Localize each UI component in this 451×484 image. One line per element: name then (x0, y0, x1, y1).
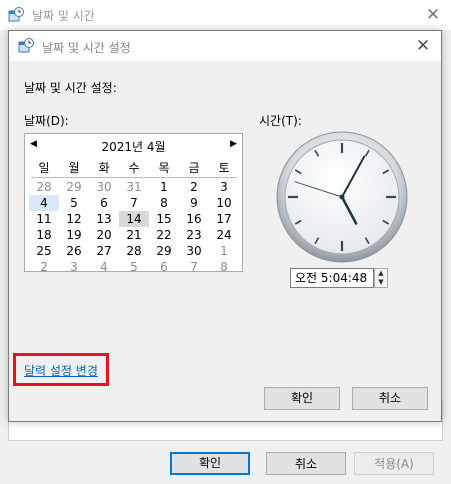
calendar-day[interactable]: 31 (119, 179, 149, 195)
calendar-day[interactable]: 26 (59, 243, 89, 259)
calendar-day[interactable]: 1 (209, 243, 239, 259)
analog-clock (276, 131, 408, 263)
time-label: 시간(T): (259, 114, 302, 128)
calendar-day[interactable]: 17 (209, 211, 239, 227)
calendar-day[interactable]: 18 (29, 227, 59, 243)
calendar-day[interactable]: 3 (59, 259, 89, 275)
outer-cancel-button[interactable]: 취소 (266, 452, 346, 475)
calendar-day[interactable]: 23 (179, 227, 209, 243)
time-up-button[interactable]: ▲ (375, 269, 387, 278)
calendar-day[interactable]: 13 (89, 211, 119, 227)
calendar-day[interactable]: 28 (119, 243, 149, 259)
calendar-day[interactable]: 5 (119, 259, 149, 275)
time-down-button[interactable]: ▼ (375, 278, 387, 287)
next-month-button[interactable]: ▶ (230, 139, 237, 149)
calendar-day[interactable]: 25 (29, 243, 59, 259)
settings-heading: 날짜 및 시간 설정: (24, 81, 117, 95)
calendar-day[interactable]: 4 (29, 195, 59, 211)
time-input[interactable]: 오전 5:04:48 (290, 268, 374, 288)
dialog-title: 날짜 및 시간 설정 (42, 41, 131, 55)
dialog-cancel-button[interactable]: 취소 (352, 387, 428, 410)
calendar-day[interactable]: 24 (209, 227, 239, 243)
change-calendar-settings-link[interactable]: 달력 설정 변경 (24, 362, 98, 379)
calendar-day[interactable]: 29 (59, 179, 89, 195)
weekday-header: 금 (188, 161, 200, 175)
calendar-day[interactable]: 10 (209, 195, 239, 211)
dialog-close-button[interactable]: ✕ (405, 31, 441, 61)
date-time-icon (8, 7, 24, 26)
calendar-day[interactable]: 3 (209, 179, 239, 195)
calendar-day[interactable]: 28 (29, 179, 59, 195)
calendar-divider (31, 177, 237, 178)
calendar-day[interactable]: 4 (89, 259, 119, 275)
weekday-header: 월 (68, 161, 80, 175)
calendar-day[interactable]: 6 (89, 195, 119, 211)
calendar-day[interactable]: 7 (179, 259, 209, 275)
calendar-day[interactable]: 2 (179, 179, 209, 195)
calendar-day[interactable]: 12 (59, 211, 89, 227)
calendar-day[interactable]: 2 (29, 259, 59, 275)
weekday-header: 화 (98, 161, 110, 175)
calendar-day[interactable]: 30 (89, 179, 119, 195)
outer-apply-button: 적용(A) (354, 452, 434, 475)
outer-close-button[interactable]: ✕ (415, 0, 451, 30)
dialog-title-bar: 날짜 및 시간 설정 ✕ (9, 31, 441, 61)
date-label: 날짜(D): (24, 114, 69, 128)
weekday-header: 토 (218, 161, 230, 175)
month-calendar[interactable]: ◀ 2021년 4월 ▶ 일 월 화 수 목 금 토 28 29 30 31 1 2 3 4 5 6 7 8 9 10 1… (24, 133, 243, 275)
calendar-day[interactable]: 8 (209, 259, 239, 275)
weekday-header: 목 (158, 161, 170, 175)
date-time-icon (18, 38, 34, 57)
calendar-day[interactable]: 20 (89, 227, 119, 243)
calendar-day[interactable]: 8 (149, 195, 179, 211)
calendar-month-title[interactable]: 2021년 4월 (25, 138, 242, 155)
calendar-day[interactable]: 21 (119, 227, 149, 243)
calendar-day[interactable]: 30 (179, 243, 209, 259)
date-time-settings-dialog: 날짜 및 시간 설정 ✕ 날짜 및 시간 설정: 날짜(D): 시간(T): ◀… (8, 30, 442, 422)
calendar-day[interactable]: 27 (89, 243, 119, 259)
calendar-day[interactable]: 5 (59, 195, 89, 211)
calendar-day[interactable]: 1 (149, 179, 179, 195)
calendar-day[interactable]: 15 (149, 211, 179, 227)
calendar-day[interactable]: 14 (119, 211, 149, 227)
calendar-day[interactable]: 19 (59, 227, 89, 243)
calendar-day[interactable]: 6 (149, 259, 179, 275)
outer-ok-button[interactable]: 확인 (170, 452, 250, 475)
time-spinner[interactable]: ▲ ▼ (374, 268, 388, 288)
weekday-header: 수 (128, 161, 140, 175)
weekday-header: 일 (38, 161, 50, 175)
calendar-day[interactable]: 11 (29, 211, 59, 227)
calendar-day[interactable]: 9 (179, 195, 209, 211)
dialog-ok-button[interactable]: 확인 (264, 387, 340, 410)
calendar-grid: 일 월 화 수 목 금 토 28 29 30 31 1 2 3 4 5 6 7 8 9 10 11 12 13 14 15 16 17… (29, 160, 239, 275)
calendar-day[interactable]: 16 (179, 211, 209, 227)
calendar-day[interactable]: 22 (149, 227, 179, 243)
calendar-day[interactable]: 29 (149, 243, 179, 259)
outer-title-bar: 날짜 및 시간 ✕ (0, 0, 451, 30)
outer-window-title: 날짜 및 시간 (32, 9, 95, 23)
calendar-day[interactable]: 7 (119, 195, 149, 211)
